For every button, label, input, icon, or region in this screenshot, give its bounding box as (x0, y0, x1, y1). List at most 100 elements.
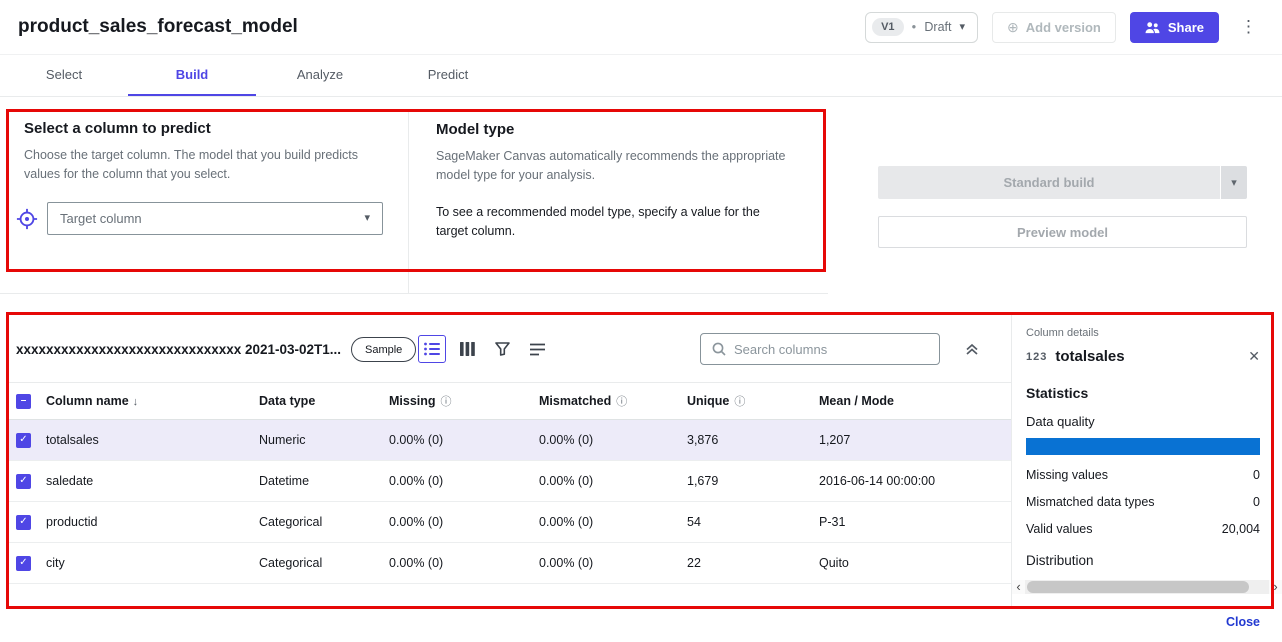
scroll-right-arrow[interactable]: › (1269, 580, 1282, 594)
cell-missing: 0.00% (0) (389, 433, 444, 447)
close-details-button[interactable]: ✕ (1248, 348, 1260, 365)
row-check-cell: ✓ (9, 514, 46, 530)
list-lines-icon (529, 343, 545, 356)
header-column-name[interactable]: Column name ↓ (46, 394, 259, 408)
cell-data-type: Categorical (259, 515, 323, 529)
header-label: Data type (259, 394, 316, 408)
scroll-left-arrow[interactable]: ‹ (1012, 580, 1025, 594)
search-columns-box (700, 333, 940, 365)
header-label: Mismatched (539, 394, 612, 408)
add-version-button[interactable]: ⊕ Add version (992, 11, 1116, 43)
select-all-checkbox[interactable]: – (16, 393, 31, 409)
table-row[interactable]: ✓ saledate Datetime 0.00% (0) 0.00% (0) … (9, 461, 1011, 502)
data-quality-bar (1026, 438, 1260, 455)
header-unique[interactable]: Unique ⓘ (687, 393, 819, 409)
draft-status-dot-icon: ● (911, 22, 917, 31)
model-type-title: Model type (436, 121, 515, 138)
target-column-placeholder: Target column (60, 211, 142, 226)
row-checkbox[interactable]: ✓ (16, 514, 31, 530)
chevron-down-icon: ▾ (364, 212, 370, 224)
info-icon[interactable]: ⓘ (734, 396, 745, 408)
header-missing[interactable]: Missing ⓘ (389, 393, 539, 409)
info-icon[interactable]: ⓘ (441, 396, 452, 408)
tab-analyze[interactable]: Analyze (256, 55, 384, 96)
target-section-title: Select a column to predict (24, 120, 211, 137)
row-check-cell: ✓ (9, 473, 46, 489)
cell-column-name: totalsales (46, 433, 99, 447)
columns-icon (459, 342, 475, 356)
list-view-icon (424, 342, 440, 356)
target-column-section: Select a column to predict Choose the ta… (24, 120, 396, 185)
cell-mismatched: 0.00% (0) (539, 515, 594, 529)
panel-divider (408, 112, 409, 293)
double-chevron-up-icon (965, 342, 979, 356)
stat-row: Valid values 20,004 (1026, 522, 1260, 536)
cell-unique: 3,876 (687, 433, 719, 447)
scrollbar-thumb[interactable] (1027, 581, 1250, 593)
header-label: Unique (687, 394, 730, 408)
schema-view-button[interactable] (523, 335, 551, 363)
standard-build-button[interactable]: Standard build (878, 166, 1220, 199)
table-row[interactable]: ✓ productid Categorical 0.00% (0) 0.00% … (9, 502, 1011, 543)
search-icon (712, 342, 726, 356)
cell-column-name: city (46, 556, 65, 570)
preview-model-button[interactable]: Preview model (878, 216, 1247, 248)
header-actions: V1 ● Draft ▾ ⊕ Add version Share ⋮ (865, 11, 1264, 43)
add-version-label: Add version (1025, 19, 1101, 35)
list-view-button[interactable] (418, 335, 446, 363)
close-link[interactable]: Close (1226, 615, 1260, 629)
column-table: – Column name ↓ Data type Missing ⓘ Mismat… (9, 382, 1011, 584)
info-icon[interactable]: ⓘ (616, 396, 627, 408)
dataset-name: xxxxxxxxxxxxxxxxxxxxxxxxxxxxxx 2021-03-0… (16, 342, 342, 357)
tab-predict[interactable]: Predict (384, 55, 512, 96)
row-checkbox[interactable]: ✓ (16, 473, 31, 489)
row-checkbox[interactable]: ✓ (16, 555, 31, 571)
horizontal-scrollbar[interactable]: ‹ › (1012, 580, 1282, 594)
stat-label: Missing values (1026, 468, 1108, 482)
header-data-type[interactable]: Data type (259, 394, 389, 408)
target-column-row: Target column ▾ (16, 202, 383, 235)
row-check-cell: ✓ (9, 555, 46, 571)
header-label: Mean / Mode (819, 394, 895, 408)
grid-view-button[interactable] (453, 335, 481, 363)
cell-data-type: Numeric (259, 433, 306, 447)
row-checkbox[interactable]: ✓ (16, 432, 31, 448)
people-icon (1145, 21, 1160, 34)
sort-down-icon: ↓ (132, 396, 139, 408)
share-button[interactable]: Share (1129, 11, 1219, 43)
numeric-type-badge: 123 (1026, 350, 1048, 363)
cell-column-name: saledate (46, 474, 94, 488)
table-row[interactable]: ✓ totalsales Numeric 0.00% (0) 0.00% (0)… (9, 420, 1011, 461)
collapse-panel-button[interactable] (960, 337, 984, 361)
standard-build-caret-button[interactable]: ▾ (1220, 166, 1247, 199)
filter-button[interactable] (488, 335, 516, 363)
model-type-note: To see a recommended model type, specify… (436, 204, 760, 239)
cell-data-type: Datetime (259, 474, 310, 488)
sample-badge[interactable]: Sample (351, 337, 417, 362)
target-column-dropdown[interactable]: Target column ▾ (47, 202, 383, 235)
cell-mean-mode: Quito (819, 556, 849, 570)
model-type-description: SageMaker Canvas automatically recommend… (436, 149, 786, 183)
cell-mean-mode: P-31 (819, 515, 846, 529)
cell-unique: 54 (687, 515, 701, 529)
search-columns-input[interactable] (734, 341, 928, 357)
table-row[interactable]: ✓ city Categorical 0.00% (0) 0.00% (0) 2… (9, 543, 1011, 584)
stat-label: Valid values (1026, 522, 1093, 536)
tab-build[interactable]: Build (128, 55, 256, 96)
version-selector[interactable]: V1 ● Draft ▾ (865, 11, 978, 43)
stat-value: 0 (1253, 468, 1260, 482)
header-mismatched[interactable]: Mismatched ⓘ (539, 393, 687, 409)
header-mean-mode[interactable]: Mean / Mode (819, 394, 1011, 408)
tab-select[interactable]: Select (0, 55, 128, 96)
overflow-menu-button[interactable]: ⋮ (1233, 13, 1264, 41)
details-name-row: 123 totalsales ✕ (1026, 348, 1260, 365)
cell-unique: 22 (687, 556, 701, 570)
scrollbar-track[interactable] (1025, 580, 1269, 594)
version-status-label: Draft (924, 20, 952, 34)
filter-funnel-icon (494, 342, 510, 356)
model-title: product_sales_forecast_model (18, 16, 298, 37)
stat-row: Missing values 0 (1026, 468, 1260, 482)
plus-circle-icon: ⊕ (1007, 18, 1019, 35)
share-label: Share (1167, 19, 1204, 35)
view-toggle-group (418, 335, 551, 363)
